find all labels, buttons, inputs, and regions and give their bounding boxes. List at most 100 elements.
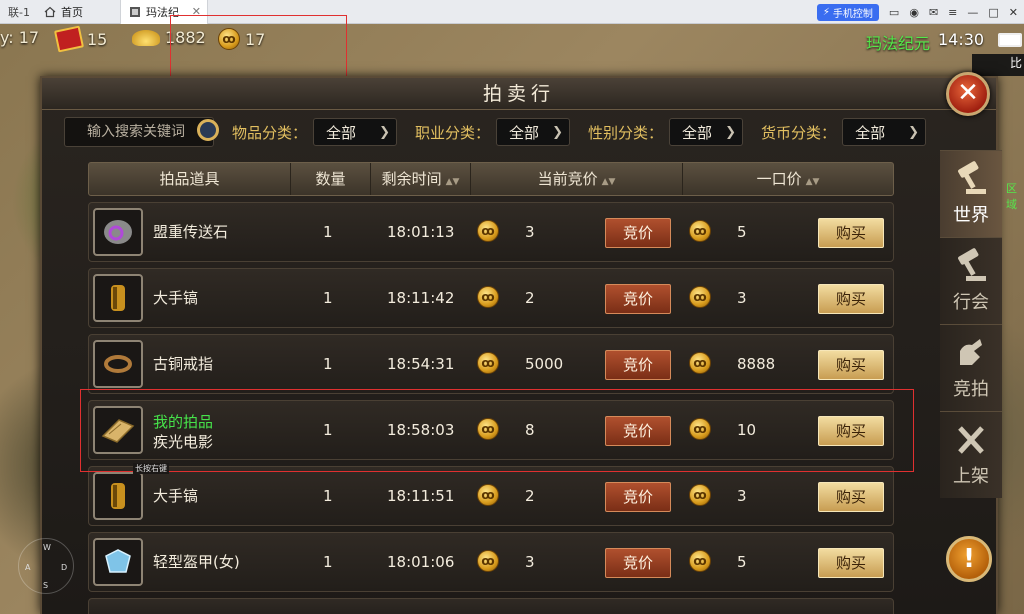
minimize-icon[interactable]: — <box>967 6 978 19</box>
yuanbao-coin-icon: ꝏ <box>689 484 711 506</box>
column-item: 拍品道具 <box>89 163 291 195</box>
chevron-down-icon: ❯ <box>725 124 737 140</box>
buy-button[interactable]: 购买 <box>818 284 884 314</box>
phone-control-button[interactable]: ⚡ 手机控制 <box>816 4 879 21</box>
table-row[interactable]: 轻型盔甲(女) 1 18:01:06 ꝏ 3 竞价 ꝏ 5 购买 <box>88 532 894 592</box>
bracelet-icon <box>93 472 143 520</box>
tab-label: 上架 <box>953 466 989 487</box>
item-time: 18:01:06 <box>387 553 455 571</box>
column-buyout[interactable]: 一口价 ▲▼ <box>683 163 893 195</box>
buy-button[interactable]: 购买 <box>818 482 884 512</box>
item-buyout: 5 <box>737 223 747 241</box>
mail-icon[interactable]: ✉ <box>929 6 938 19</box>
yuanbao-coin-icon: ꝏ <box>689 286 711 308</box>
item-bid: 5000 <box>525 355 564 373</box>
home-icon <box>44 6 56 17</box>
ring-icon <box>93 340 143 388</box>
item-name: 盟重传送石 <box>153 223 229 241</box>
yuanbao-coin-icon: ꝏ <box>477 484 499 506</box>
armor-icon <box>93 538 143 586</box>
red-book-icon <box>53 25 85 53</box>
status-bar: y: 17 15 1882 ꝏ 17 玛法纪元 14:30 <box>0 24 1024 56</box>
bid-button[interactable]: 竞价 <box>605 548 671 578</box>
bid-button[interactable]: 竞价 <box>605 218 671 248</box>
item-category-select[interactable]: 全部 ❯ <box>313 118 398 146</box>
currency-category-label: 货币分类： <box>761 123 837 142</box>
tab-label: 首页 <box>61 5 83 19</box>
tools-icon <box>958 426 984 454</box>
tab-label: 世界 <box>953 205 989 226</box>
yuanbao-coin-icon: ꝏ <box>477 220 499 242</box>
gavel-icon <box>958 248 986 281</box>
item-bid: 3 <box>525 553 535 571</box>
maximize-icon[interactable]: □ <box>988 6 998 19</box>
currency-category-select[interactable]: 全部 ❯ <box>842 118 927 146</box>
column-qty: 数量 <box>291 163 371 195</box>
table-header: 拍品道具 数量 剩余时间 ▲▼ 当前竞价 ▲▼ 一口价 ▲▼ <box>88 162 894 196</box>
yuanbao-coin-icon: ꝏ <box>689 220 711 242</box>
yuanbao-coin-icon: ꝏ <box>689 352 711 374</box>
level-stat: y: 17 <box>0 28 40 47</box>
teleport-stone-icon <box>93 208 143 256</box>
column-time[interactable]: 剩余时间 ▲▼ <box>371 163 471 195</box>
highlight-box-my-item <box>80 389 914 472</box>
table-row[interactable]: 大手镐 1 18:11:51 ꝏ 2 竞价 ꝏ 3 购买 <box>88 466 894 526</box>
browser-tab-home[interactable]: 首页 <box>36 0 120 24</box>
item-bid: 3 <box>525 223 535 241</box>
side-tabs: 世界 行会 竞拍 上架 <box>940 150 1002 498</box>
tab-guild[interactable]: 行会 <box>940 237 1002 324</box>
search-input[interactable]: 输入搜索关键词 <box>64 117 219 147</box>
browser-tabbar: 联-1 首页 玛法纪 ✕ ⚡ 手机控制 ▭ ◉ ✉ ≡ — □ ✕ <box>0 0 1024 24</box>
close-button[interactable]: ✕ <box>946 72 990 116</box>
bracelet-icon <box>93 274 143 322</box>
search-placeholder: 输入搜索关键词 <box>87 124 185 140</box>
bid-button[interactable]: 竞价 <box>605 350 671 380</box>
table-row[interactable]: 大手镐 1 18:11:42 ꝏ 2 竞价 ꝏ 3 购买 <box>88 268 894 328</box>
item-buyout: 5 <box>737 553 747 571</box>
clock: 14:30 <box>938 30 985 49</box>
gamepad-icon[interactable]: ▭ <box>889 6 899 19</box>
tab-bidding[interactable]: 竞拍 <box>940 324 1002 411</box>
column-bid[interactable]: 当前竞价 ▲▼ <box>471 163 683 195</box>
hand-bid-icon <box>960 339 982 365</box>
highlight-box-currency <box>170 15 347 81</box>
item-name: 大手镐 <box>153 289 199 307</box>
item-time: 18:01:13 <box>387 223 455 241</box>
tab-label: 联-1 <box>8 5 30 19</box>
class-category-select[interactable]: 全部 ❯ <box>496 118 571 146</box>
lightning-icon: ⚡ <box>822 7 830 18</box>
joystick[interactable]: W A D S <box>18 538 74 594</box>
minimap-label[interactable]: 比 <box>972 54 1024 76</box>
select-value: 全部 <box>326 123 357 142</box>
tooltip-hint: 长按右键 <box>133 463 169 474</box>
alert-button[interactable]: ! <box>946 536 992 582</box>
bid-button[interactable]: 竞价 <box>605 284 671 314</box>
menu-icon[interactable]: ≡ <box>948 6 957 19</box>
table-row[interactable]: 盟重传送石 1 18:01:13 ꝏ 3 竞价 ꝏ 5 购买 <box>88 202 894 262</box>
gender-category-select[interactable]: 全部 ❯ <box>669 118 744 146</box>
item-name: 古铜戒指 <box>153 355 214 373</box>
item-name: 轻型盔甲(女) <box>153 553 240 571</box>
yuanbao-coin-icon: ꝏ <box>689 550 711 572</box>
yuanbao-coin-icon: ꝏ <box>477 550 499 572</box>
window-controls: ⚡ 手机控制 ▭ ◉ ✉ ≡ — □ ✕ <box>816 4 1018 21</box>
table-row[interactable]: 古铜戒指 1 18:54:31 ꝏ 5000 竞价 ꝏ 8888 购买 <box>88 334 894 394</box>
buy-button[interactable]: 购买 <box>818 548 884 578</box>
buy-button[interactable]: 购买 <box>818 218 884 248</box>
buy-button[interactable]: 购买 <box>818 350 884 380</box>
item-time: 18:11:42 <box>387 289 455 307</box>
item-bid: 2 <box>525 487 535 505</box>
select-value: 全部 <box>682 123 713 142</box>
column-label: 剩余时间 <box>381 170 442 188</box>
browser-tab-1[interactable]: 联-1 <box>0 0 36 24</box>
ticket-value: 15 <box>87 29 108 49</box>
search-icon[interactable] <box>197 119 219 141</box>
gavel-icon <box>958 161 986 194</box>
battery-icon <box>998 33 1022 47</box>
tab-world[interactable]: 世界 <box>940 150 1002 237</box>
close-window-icon[interactable]: ✕ <box>1009 6 1018 19</box>
select-value: 全部 <box>855 123 886 142</box>
user-icon[interactable]: ◉ <box>909 6 919 19</box>
tab-listing[interactable]: 上架 <box>940 411 1002 498</box>
bid-button[interactable]: 竞价 <box>605 482 671 512</box>
